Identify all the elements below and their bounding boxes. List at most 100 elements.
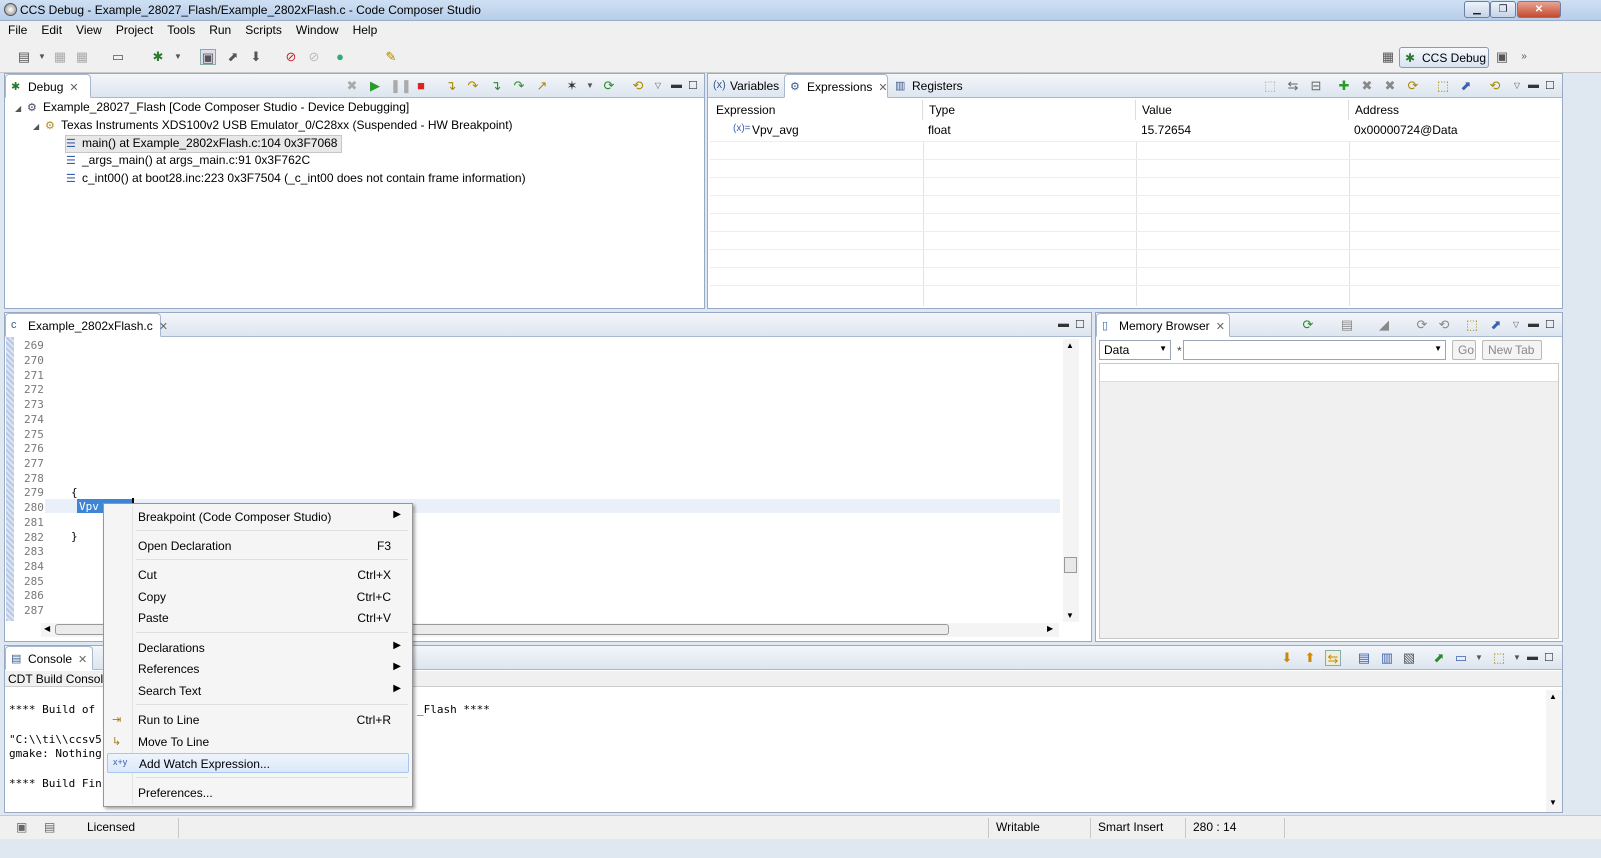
pin-console-icon[interactable]: ⬈ xyxy=(1431,650,1447,666)
new-view-icon[interactable]: ⬚ xyxy=(1435,78,1451,94)
terminal-icon[interactable]: ▭ xyxy=(110,49,126,65)
menu-window[interactable]: Window xyxy=(288,21,345,37)
menu-help[interactable]: Help xyxy=(345,21,384,37)
expand-icon[interactable]: ◢ xyxy=(15,104,27,113)
menu-item-preferences[interactable]: Preferences... xyxy=(107,783,409,803)
save-icon[interactable]: ▦ xyxy=(52,49,68,65)
assembly-step-into-icon[interactable]: ↴ xyxy=(488,78,504,94)
edit-perspective-icon[interactable]: ▣ xyxy=(1494,49,1510,65)
remove-all-icon[interactable]: ✖ xyxy=(1382,78,1398,94)
menu-item-paste[interactable]: Paste Ctrl+V xyxy=(107,608,409,628)
stack-frame-main[interactable]: ☰ main() at Example_2802xFlash.c:104 0x3F… xyxy=(65,135,343,153)
menu-project[interactable]: Project xyxy=(108,21,159,37)
tab-console[interactable]: ▤ Console ✕ xyxy=(5,646,93,670)
close-icon[interactable]: ✕ xyxy=(78,654,87,666)
new-icon[interactable]: ▤ xyxy=(16,49,32,65)
display-console-icon[interactable]: ▭ xyxy=(1453,650,1469,666)
remove-expression-icon[interactable]: ✖ xyxy=(1359,78,1375,94)
save-all-icon[interactable]: ▦ xyxy=(74,49,90,65)
expression-value[interactable]: 15.72654 xyxy=(1141,123,1191,137)
console-scrollbar[interactable]: ▲ ▼ xyxy=(1546,690,1562,812)
maximize-icon[interactable]: ☐ xyxy=(1545,318,1555,331)
minimize-icon[interactable]: ▬ xyxy=(671,79,682,91)
close-icon[interactable]: ✕ xyxy=(159,321,168,333)
scroll-down-icon[interactable]: ▼ xyxy=(1066,611,1074,620)
menu-item-run-to-line[interactable]: ⇥ Run to Line Ctrl+R xyxy=(107,710,409,730)
tab-variables[interactable]: (x) Variables xyxy=(708,74,784,98)
minimize-button[interactable]: ▁ xyxy=(1464,1,1490,18)
close-icon[interactable]: ✕ xyxy=(878,82,887,94)
menu-item-add-watch-expression[interactable]: x+y Add Watch Expression... xyxy=(107,753,409,773)
show-logical-icon[interactable]: ⇆ xyxy=(1285,78,1301,94)
open-perspective-icon[interactable]: ▦ xyxy=(1380,49,1396,65)
memory-page-select[interactable]: Data ▼ xyxy=(1099,340,1171,360)
tab-memory-browser[interactable]: ▯ Memory Browser ✕ xyxy=(1096,313,1230,337)
menu-item-references[interactable]: References ▶ xyxy=(107,659,409,679)
scroll-up-icon[interactable]: ▲ xyxy=(1066,341,1074,350)
scroll-down-icon[interactable]: ▼ xyxy=(1549,798,1557,807)
tab-registers[interactable]: ▥ Registers xyxy=(890,74,964,98)
save-memory-icon[interactable]: ▤ xyxy=(1339,317,1355,333)
remove-breakpoints-icon[interactable]: ⊘ xyxy=(306,49,322,65)
menu-run[interactable]: Run xyxy=(201,21,237,37)
copy-console-icon[interactable]: ▤ xyxy=(1356,650,1372,666)
collapse-all-icon[interactable]: ⊟ xyxy=(1308,78,1324,94)
scroll-up-icon[interactable]: ▲ xyxy=(1549,692,1557,701)
scroll-right-icon[interactable]: ▶ xyxy=(1047,624,1053,633)
tab-expressions[interactable]: ⚙ Expressions ✕ xyxy=(784,74,888,98)
menu-tools[interactable]: Tools xyxy=(159,21,201,37)
next-error-icon[interactable]: ⬇ xyxy=(1279,650,1295,666)
column-type[interactable]: Type xyxy=(923,100,1136,120)
open-dropdown-icon[interactable]: ▼ xyxy=(1509,650,1525,666)
minimize-icon[interactable]: ▬ xyxy=(1058,318,1069,330)
view-menu-icon[interactable]: ▽ xyxy=(1509,78,1525,94)
view-menu-icon[interactable]: ▽ xyxy=(650,78,666,94)
tree-item-project[interactable]: ◢ ⚙ Example_28027_Flash [Code Composer Stu… xyxy=(15,100,409,118)
menu-item-copy[interactable]: Copy Ctrl+C xyxy=(107,587,409,607)
column-value[interactable]: Value xyxy=(1136,100,1349,120)
memory-address-input[interactable]: ▼ xyxy=(1183,340,1446,360)
fill-memory-icon[interactable]: ◢ xyxy=(1376,317,1392,333)
load-icon[interactable]: ⬈ xyxy=(225,49,241,65)
refresh-memory-icon[interactable]: ⟳ xyxy=(1300,317,1316,333)
reset-dropdown-icon[interactable]: ▼ xyxy=(582,78,598,94)
run-config-icon[interactable]: ● xyxy=(332,49,348,65)
open-console-icon[interactable]: ⬚ xyxy=(1491,650,1507,666)
column-address[interactable]: Address xyxy=(1349,100,1562,120)
perspective-ccs-debug[interactable]: ✱ CCS Debug xyxy=(1399,47,1489,68)
stack-frame-c-int00[interactable]: ☰ c_int00() at boot28.inc:223 0x3F7504 (_… xyxy=(66,171,526,189)
expression-row[interactable]: (x)= Vpv_avg float 15.72654 0x00000724@D… xyxy=(710,121,1562,139)
step-over-icon[interactable]: ↷ xyxy=(465,78,481,94)
continuous-refresh-icon[interactable]: ⟳ xyxy=(1405,78,1421,94)
menu-item-open-declaration[interactable]: Open Declaration F3 xyxy=(107,536,409,556)
menu-scripts[interactable]: Scripts xyxy=(237,21,288,37)
remove-terminated-icon[interactable]: ✖ xyxy=(344,78,360,94)
display-dropdown-icon[interactable]: ▼ xyxy=(1471,650,1487,666)
close-button[interactable]: ✕ xyxy=(1517,1,1561,18)
menu-item-breakpoint[interactable]: Breakpoint (Code Composer Studio) ▶ xyxy=(107,507,409,527)
menu-item-cut[interactable]: Cut Ctrl+X xyxy=(107,565,409,585)
refresh-icon[interactable]: ⟲ xyxy=(1487,78,1503,94)
scroll-thumb[interactable] xyxy=(1064,557,1077,573)
step-into-icon[interactable]: ↴ xyxy=(443,78,459,94)
selected-word[interactable]: Vpv xyxy=(79,500,99,513)
more-perspectives-icon[interactable]: » xyxy=(1516,49,1532,65)
go-button[interactable]: Go xyxy=(1452,340,1476,360)
add-expression-icon[interactable]: ✚ xyxy=(1336,78,1352,94)
menu-item-search-text[interactable]: Search Text ▶ xyxy=(107,681,409,701)
refresh-icon[interactable]: ⟲ xyxy=(630,78,646,94)
terminate-icon[interactable]: ■ xyxy=(413,78,429,94)
load-memory-icon[interactable]: ⟳ xyxy=(1414,317,1430,333)
pin-icon[interactable]: ⬈ xyxy=(1458,78,1474,94)
fast-view-icon[interactable]: ▣ xyxy=(16,820,27,834)
flash-icon[interactable]: ⬇ xyxy=(248,49,264,65)
maximize-button[interactable]: ❐ xyxy=(1490,1,1516,18)
tools-icon[interactable]: ✎ xyxy=(383,49,399,65)
maximize-icon[interactable]: ☐ xyxy=(1544,651,1554,664)
tab-example-2802xflash-c[interactable]: c Example_2802xFlash.c ✕ xyxy=(5,313,168,337)
expand-icon[interactable]: ◢ xyxy=(33,122,45,131)
step-return-icon[interactable]: ↗ xyxy=(534,78,550,94)
new-tab-button[interactable]: New Tab xyxy=(1482,340,1542,360)
show-console-icon[interactable]: ⇆ xyxy=(1325,650,1341,666)
previous-error-icon[interactable]: ⬆ xyxy=(1302,650,1318,666)
